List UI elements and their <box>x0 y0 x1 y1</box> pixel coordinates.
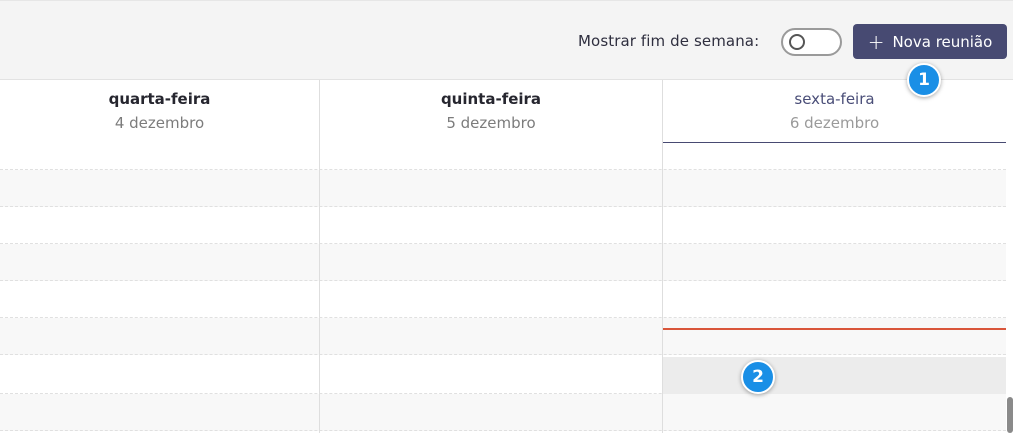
step-marker-1: 1 <box>907 63 941 97</box>
column-divider <box>662 80 663 433</box>
calendar-toolbar: Mostrar fim de semana: + Nova reunião <box>0 0 1013 80</box>
hovered-time-slot[interactable] <box>663 357 1006 394</box>
day-header-friday[interactable]: sexta-feira 6 dezembro <box>663 80 1006 143</box>
time-slot[interactable] <box>0 207 1006 244</box>
day-date: 6 dezembro <box>789 114 880 132</box>
scrollbar-track[interactable] <box>1006 80 1013 433</box>
day-name: sexta-feira <box>794 90 875 108</box>
toggle-knob <box>789 34 805 50</box>
plus-icon: + <box>867 29 885 54</box>
scrollbar-thumb[interactable] <box>1007 397 1013 433</box>
weekend-toggle[interactable] <box>781 28 842 56</box>
day-name: quarta-feira <box>108 90 211 108</box>
new-meeting-label: Nova reunião <box>892 32 993 51</box>
time-slot[interactable] <box>0 394 1006 431</box>
time-slot[interactable] <box>0 318 1006 355</box>
time-slot[interactable] <box>0 144 1006 170</box>
column-divider <box>319 80 320 433</box>
new-meeting-button[interactable]: + Nova reunião <box>853 24 1007 59</box>
time-slot[interactable] <box>0 281 1006 318</box>
day-header-row: quarta-feira 4 dezembro quinta-feira 5 d… <box>0 80 1006 144</box>
time-slot[interactable] <box>0 244 1006 281</box>
step-marker-2: 2 <box>741 360 775 394</box>
current-time-indicator <box>663 328 1006 330</box>
day-header-thursday[interactable]: quinta-feira 5 dezembro <box>320 80 662 143</box>
day-date: 4 dezembro <box>114 114 205 132</box>
weekend-toggle-label: Mostrar fim de semana: <box>578 32 760 50</box>
day-name: quinta-feira <box>440 90 542 108</box>
day-date: 5 dezembro <box>446 114 536 132</box>
time-slot[interactable] <box>0 170 1006 207</box>
day-header-wednesday[interactable]: quarta-feira 4 dezembro <box>0 80 319 143</box>
